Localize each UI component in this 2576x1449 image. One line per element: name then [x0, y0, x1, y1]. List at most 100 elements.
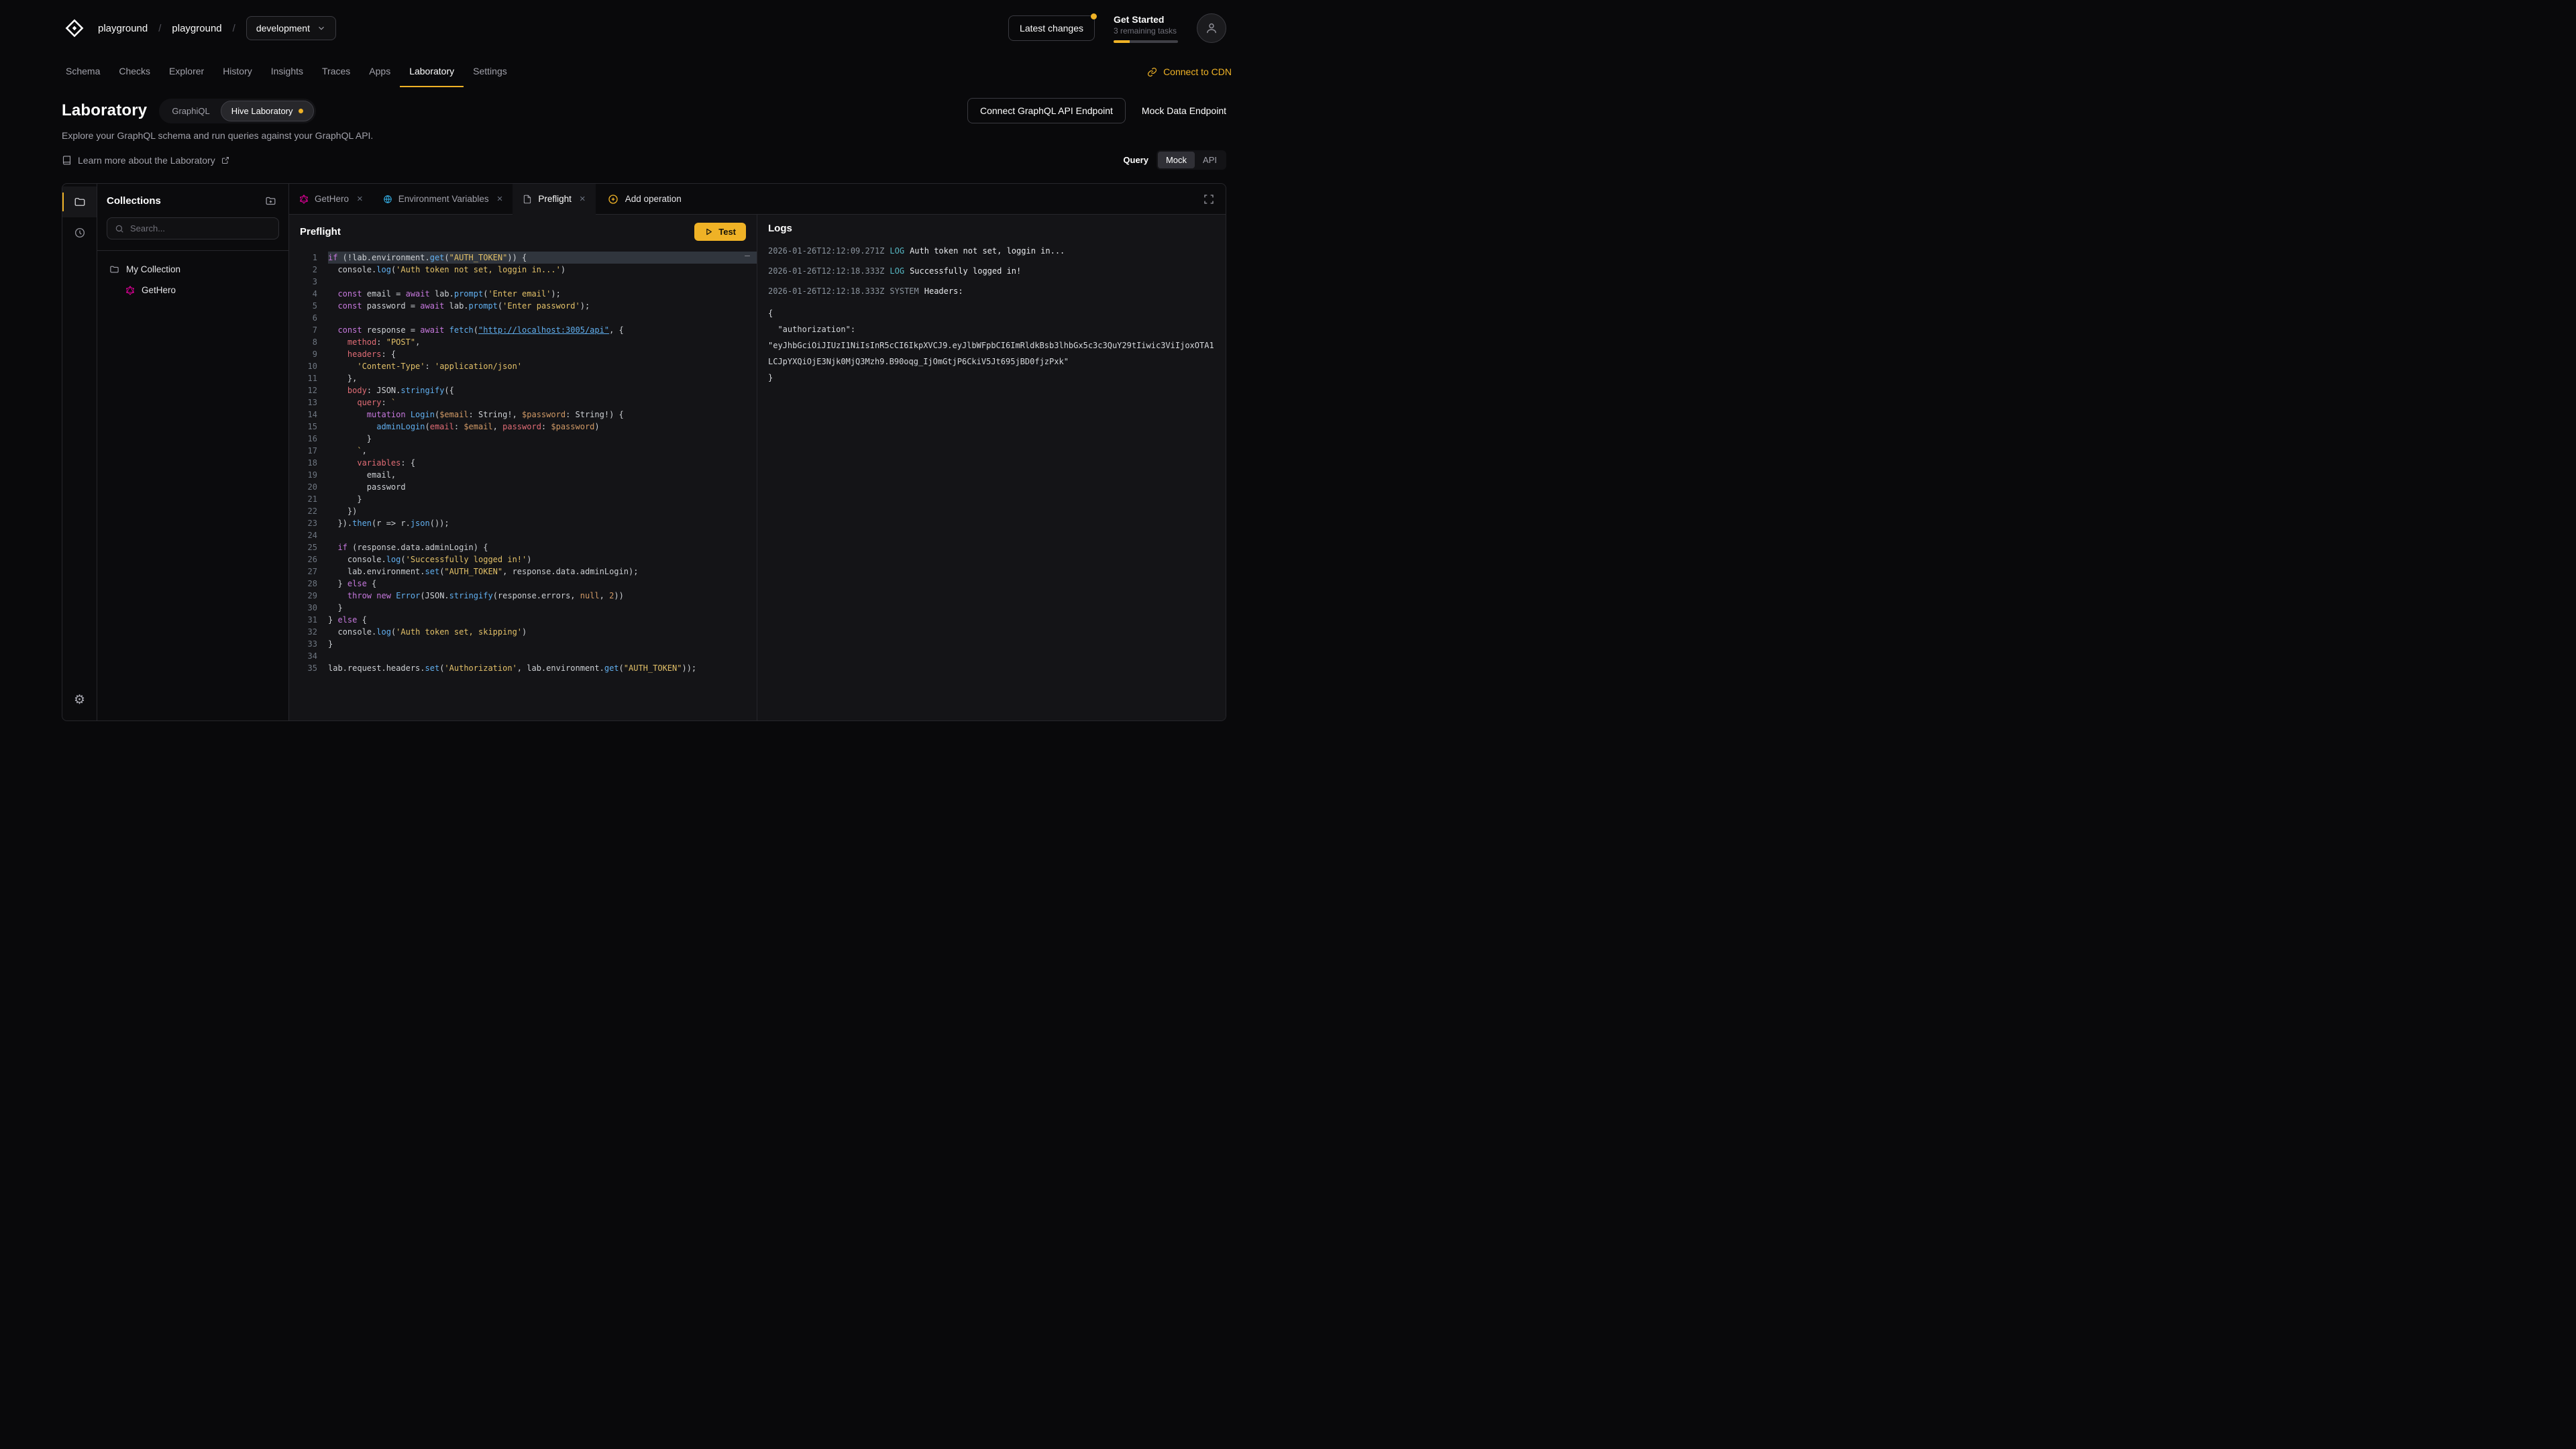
get-started-widget[interactable]: Get Started 3 remaining tasks — [1114, 14, 1178, 43]
code-line[interactable]: 29 throw new Error(JSON.stringify(respon… — [289, 590, 757, 602]
code-line[interactable]: 7 const response = await fetch("http://l… — [289, 324, 757, 336]
close-icon[interactable]: × — [580, 194, 586, 204]
nav-tab-explorer[interactable]: Explorer — [160, 56, 213, 87]
code-line[interactable]: 30 } — [289, 602, 757, 614]
code-line[interactable]: 9 headers: { — [289, 348, 757, 360]
code-line[interactable]: 24 — [289, 529, 757, 541]
code-text: }).then(r => r.json()); — [328, 517, 757, 529]
target-selector[interactable]: development — [246, 16, 336, 40]
query-mode-api[interactable]: API — [1195, 152, 1225, 168]
add-operation-button[interactable]: Add operation — [596, 184, 694, 214]
code-text: headers: { — [328, 348, 757, 360]
chevron-down-icon — [317, 23, 326, 33]
tab-environment-variables[interactable]: Environment Variables × — [373, 184, 513, 214]
code-line[interactable]: 23 }).then(r => r.json()); — [289, 517, 757, 529]
line-number: 19 — [289, 469, 328, 481]
close-icon[interactable]: × — [497, 194, 503, 204]
close-icon[interactable]: × — [357, 194, 363, 204]
code-line[interactable]: 1if (!lab.environment.get("AUTH_TOKEN"))… — [289, 252, 757, 264]
code-line[interactable]: 32 console.log('Auth token set, skipping… — [289, 626, 757, 638]
code-line[interactable]: 17 `, — [289, 445, 757, 457]
code-text: if (!lab.environment.get("AUTH_TOKEN")) … — [328, 252, 757, 264]
code-line[interactable]: 21 } — [289, 493, 757, 505]
code-line[interactable]: 26 console.log('Successfully logged in!'… — [289, 553, 757, 566]
code-text: const response = await fetch("http://loc… — [328, 324, 757, 336]
code-text: console.log('Auth token not set, loggin … — [328, 264, 757, 276]
nav-tab-settings[interactable]: Settings — [464, 56, 517, 87]
code-line[interactable]: 20 password — [289, 481, 757, 493]
link-icon — [1147, 67, 1157, 77]
line-number: 6 — [289, 312, 328, 324]
tab-preflight[interactable]: Preflight × — [513, 184, 595, 214]
logs-title: Logs — [768, 223, 792, 234]
code-line[interactable]: 5 const password = await lab.prompt('Ent… — [289, 300, 757, 312]
latest-changes-button[interactable]: Latest changes — [1008, 15, 1095, 41]
hive-logo-icon[interactable] — [62, 15, 87, 41]
code-text: variables: { — [328, 457, 757, 469]
code-line[interactable]: 18 variables: { — [289, 457, 757, 469]
code-line[interactable]: 13 query: ` — [289, 396, 757, 409]
new-collection-button[interactable] — [262, 193, 279, 209]
code-text: }, — [328, 372, 757, 384]
code-line[interactable]: 27 lab.environment.set("AUTH_TOKEN", res… — [289, 566, 757, 578]
test-button[interactable]: Test — [694, 223, 746, 241]
mock-data-endpoint-button[interactable]: Mock Data Endpoint — [1142, 105, 1226, 116]
code-line[interactable]: 14 mutation Login($email: String!, $pass… — [289, 409, 757, 421]
settings-gear-button[interactable]: ⚙ — [62, 684, 97, 715]
code-line[interactable]: 35lab.request.headers.set('Authorization… — [289, 662, 757, 674]
log-json-line: "authorization": — [768, 321, 1215, 337]
code-text — [328, 529, 757, 541]
code-line[interactable]: 10 'Content-Type': 'application/json' — [289, 360, 757, 372]
code-editor[interactable]: — 1if (!lab.environment.get("AUTH_TOKEN"… — [289, 248, 757, 720]
code-line[interactable]: 34 — [289, 650, 757, 662]
search-input[interactable] — [130, 223, 271, 233]
code-line[interactable]: 11 }, — [289, 372, 757, 384]
code-line[interactable]: 33} — [289, 638, 757, 650]
connect-graphql-api-endpoint-button[interactable]: Connect GraphQL API Endpoint — [967, 98, 1126, 123]
user-avatar[interactable] — [1197, 13, 1226, 43]
collection-folder-row[interactable]: My Collection — [103, 259, 283, 280]
nav-tab-laboratory[interactable]: Laboratory — [400, 56, 464, 87]
code-line[interactable]: 12 body: JSON.stringify({ — [289, 384, 757, 396]
collections-nav-button[interactable] — [62, 186, 97, 217]
breadcrumb-project[interactable]: playground — [172, 23, 221, 34]
code-line[interactable]: 19 email, — [289, 469, 757, 481]
code-line[interactable]: 31} else { — [289, 614, 757, 626]
code-line[interactable]: 8 method: "POST", — [289, 336, 757, 348]
code-text — [328, 312, 757, 324]
code-line[interactable]: 25 if (response.data.adminLogin) { — [289, 541, 757, 553]
history-nav-button[interactable] — [62, 217, 97, 248]
code-text: const email = await lab.prompt('Enter em… — [328, 288, 757, 300]
connect-to-cdn-link[interactable]: Connect to CDN — [1147, 56, 1232, 87]
toggle-option-hive-laboratory[interactable]: Hive Laboratory — [221, 101, 314, 121]
log-entry: 2026-01-26T12:12:18.333Z LOG Successfull… — [768, 265, 1215, 277]
code-line[interactable]: 16 } — [289, 433, 757, 445]
operation-row[interactable]: GetHero — [103, 280, 283, 301]
tab-gethero[interactable]: GetHero × — [289, 184, 373, 214]
code-line[interactable]: 4 const email = await lab.prompt('Enter … — [289, 288, 757, 300]
query-mode-mock[interactable]: Mock — [1158, 152, 1195, 168]
get-started-title: Get Started — [1114, 14, 1178, 25]
line-number: 3 — [289, 276, 328, 288]
code-line[interactable]: 6 — [289, 312, 757, 324]
nav-tab-checks[interactable]: Checks — [109, 56, 160, 87]
code-line[interactable]: 3 — [289, 276, 757, 288]
fullscreen-button[interactable] — [1192, 184, 1226, 214]
toggle-option-graphiql[interactable]: GraphiQL — [161, 101, 220, 121]
breadcrumb-org[interactable]: playground — [98, 23, 148, 34]
code-line[interactable]: 2 console.log('Auth token not set, loggi… — [289, 264, 757, 276]
code-line[interactable]: 15 adminLogin(email: $email, password: $… — [289, 421, 757, 433]
line-number: 4 — [289, 288, 328, 300]
learn-more-link[interactable]: Learn more about the Laboratory — [62, 155, 229, 166]
line-number: 29 — [289, 590, 328, 602]
fold-control-icon[interactable]: — — [745, 250, 750, 262]
nav-tab-insights[interactable]: Insights — [262, 56, 313, 87]
nav-tab-traces[interactable]: Traces — [313, 56, 360, 87]
nav-tab-history[interactable]: History — [213, 56, 262, 87]
line-number: 25 — [289, 541, 328, 553]
nav-tab-apps[interactable]: Apps — [360, 56, 400, 87]
code-line[interactable]: 22 }) — [289, 505, 757, 517]
code-line[interactable]: 28 } else { — [289, 578, 757, 590]
nav-tab-schema[interactable]: Schema — [56, 56, 109, 87]
log-json-line: { — [768, 305, 1215, 321]
